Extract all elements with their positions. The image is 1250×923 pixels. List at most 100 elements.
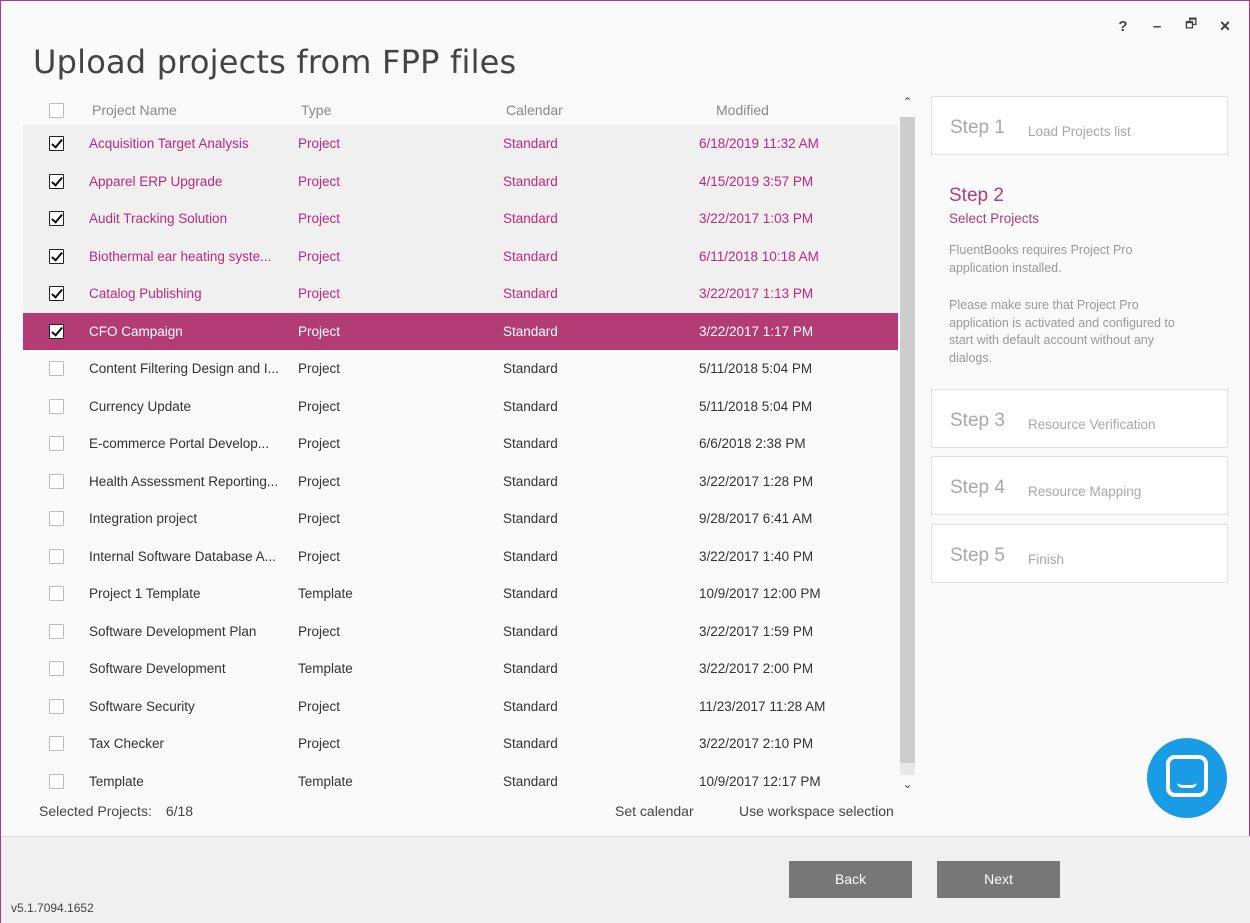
project-name-cell: Tax Checker — [89, 736, 165, 751]
calendar-cell: Standard — [503, 736, 558, 751]
table-row[interactable]: Health Assessment Reporting... Project Sta… — [23, 463, 898, 501]
table-row[interactable]: Integration project Project Standard 9/28/2… — [23, 500, 898, 538]
modified-cell: 3/22/2017 1:03 PM — [699, 211, 814, 226]
table-row[interactable]: Software Development Template Standard 3/22… — [23, 650, 898, 688]
next-button[interactable]: Next — [937, 861, 1060, 898]
calendar-cell: Standard — [503, 661, 558, 676]
row-checkbox[interactable] — [49, 473, 64, 489]
project-name-cell: Catalog Publishing — [89, 286, 202, 301]
row-checkbox[interactable] — [49, 211, 64, 226]
back-button[interactable]: Back — [789, 861, 912, 898]
app-window: ? – 🗗 × Upload projects from FPP files P… — [0, 0, 1250, 923]
row-checkbox[interactable] — [49, 623, 64, 639]
type-cell: Project — [298, 473, 341, 489]
type-cell: Project — [298, 286, 341, 301]
table-row[interactable]: Biothermal ear heating syste... Project St… — [23, 237, 898, 275]
row-checkbox[interactable] — [49, 361, 64, 376]
column-header-type[interactable]: Type — [301, 102, 331, 118]
type-cell: Project — [298, 211, 341, 226]
calendar-cell: Standard — [503, 511, 558, 526]
calendar-cell: Standard — [503, 586, 558, 601]
help-icon[interactable]: ? — [1117, 18, 1129, 35]
step-4-panel: Step 4 Resource Mapping — [931, 456, 1228, 515]
row-checkbox[interactable] — [49, 436, 64, 451]
table-row[interactable]: Content Filtering Design and I... Project… — [23, 350, 898, 388]
projects-table: Project Name Type Calendar Modified Acqu… — [23, 95, 898, 795]
modified-cell: 3/22/2017 1:28 PM — [699, 473, 814, 489]
row-checkbox[interactable] — [49, 511, 64, 526]
row-checkbox[interactable] — [49, 736, 64, 751]
modified-cell: 6/11/2018 10:18 AM — [699, 248, 819, 264]
modified-cell: 6/6/2018 2:38 PM — [699, 436, 806, 451]
type-cell: Project — [298, 548, 341, 564]
project-name-cell: Internal Software Database A... — [89, 548, 276, 564]
table-scrollbar[interactable]: ⌃ ⌄ — [898, 95, 917, 800]
modified-cell: 3/22/2017 1:13 PM — [699, 286, 814, 301]
row-checkbox[interactable] — [49, 548, 64, 564]
step-3-label: Resource Verification — [1028, 417, 1156, 432]
table-row[interactable]: Software Security Project Standard 11/23/20… — [23, 688, 898, 726]
bottom-bar — [1, 837, 1250, 923]
minimize-icon[interactable]: – — [1151, 18, 1163, 35]
row-checkbox[interactable] — [49, 248, 64, 264]
calendar-cell: Standard — [503, 361, 558, 376]
modified-cell: 3/22/2017 1:40 PM — [699, 548, 814, 564]
project-name-cell: CFO Campaign — [89, 323, 183, 339]
use-workspace-selection-link[interactable]: Use workspace selection — [739, 803, 894, 819]
step-1-label: Load Projects list — [1028, 124, 1131, 139]
restore-icon[interactable]: 🗗 — [1185, 15, 1197, 37]
type-cell: Project — [298, 173, 341, 189]
table-row[interactable]: Template Template Standard 10/9/2017 12:17 … — [23, 763, 898, 801]
scrollbar-thumb[interactable] — [900, 117, 915, 763]
row-checkbox[interactable] — [49, 398, 64, 414]
row-checkbox[interactable] — [49, 323, 64, 339]
calendar-cell: Standard — [503, 286, 558, 301]
calendar-cell: Standard — [503, 548, 558, 564]
step-2-description-requirement: FluentBooks requires Project Pro applica… — [949, 243, 1133, 275]
selected-projects-count: 6/18 — [165, 803, 194, 819]
modified-cell: 10/9/2017 12:17 PM — [699, 773, 821, 789]
row-checkbox[interactable] — [49, 286, 64, 301]
row-checkbox[interactable] — [49, 698, 64, 714]
calendar-cell: Standard — [503, 173, 558, 189]
chevron-down-icon[interactable]: ⌄ — [898, 777, 917, 795]
table-row[interactable]: Apparel ERP Upgrade Project Standard 4/15/2… — [23, 162, 898, 200]
table-row[interactable]: Catalog Publishing Project Standard 3/22/20… — [23, 275, 898, 313]
set-calendar-link[interactable]: Set calendar — [615, 803, 694, 819]
step-2-description-instructions: Please make sure that Project Pro applic… — [949, 298, 1175, 365]
column-header-calendar[interactable]: Calendar — [506, 102, 563, 118]
project-name-cell: Audit Tracking Solution — [89, 211, 228, 226]
column-header-name[interactable]: Project Name — [92, 102, 177, 118]
project-name-cell: Software Development Plan — [89, 623, 257, 639]
select-all-checkbox[interactable] — [49, 103, 64, 118]
row-checkbox[interactable] — [49, 136, 64, 151]
table-row[interactable]: Project 1 Template Template Standard 10/9/2… — [23, 575, 898, 613]
table-row[interactable]: Software Development Plan Project Standard… — [23, 613, 898, 651]
table-row[interactable]: Tax Checker Project Standard 3/22/2017 2:10… — [23, 725, 898, 763]
calendar-cell: Standard — [503, 773, 558, 789]
row-checkbox[interactable] — [49, 661, 64, 676]
project-name-cell: Health Assessment Reporting... — [89, 473, 279, 489]
row-checkbox[interactable] — [49, 586, 64, 601]
close-icon[interactable]: × — [1219, 16, 1231, 37]
row-checkbox[interactable] — [49, 173, 64, 189]
type-cell: Project — [298, 736, 341, 751]
project-name-cell: Software Development — [89, 661, 226, 676]
step-5-label: Finish — [1028, 552, 1065, 567]
modified-cell: 5/11/2018 5:04 PM — [699, 361, 813, 376]
table-row[interactable]: Audit Tracking Solution Project Standard 3/… — [23, 200, 898, 238]
modified-cell: 11/23/2017 11:28 AM — [699, 698, 826, 714]
chevron-up-icon[interactable]: ⌃ — [898, 95, 917, 113]
window-controls: ? – 🗗 × — [1117, 15, 1231, 37]
row-checkbox[interactable] — [49, 773, 64, 789]
step-4-number: Step 4 — [950, 477, 1005, 498]
table-row[interactable]: Currency Update Project Standard 5/11/2018 … — [23, 388, 898, 426]
table-row[interactable]: CFO Campaign Project Standard 3/22/2017 1:1… — [23, 312, 898, 350]
calendar-cell: Standard — [503, 698, 558, 714]
table-row[interactable]: Acquisition Target Analysis Project Standa… — [23, 125, 898, 163]
table-row[interactable]: E-commerce Portal Develop... Project Stand… — [23, 425, 898, 463]
chat-bubble-icon[interactable] — [1147, 738, 1227, 818]
table-row[interactable]: Internal Software Database A... Project St… — [23, 538, 898, 576]
column-header-modified[interactable]: Modified — [716, 102, 769, 118]
modified-cell: 3/22/2017 2:10 PM — [699, 736, 814, 751]
